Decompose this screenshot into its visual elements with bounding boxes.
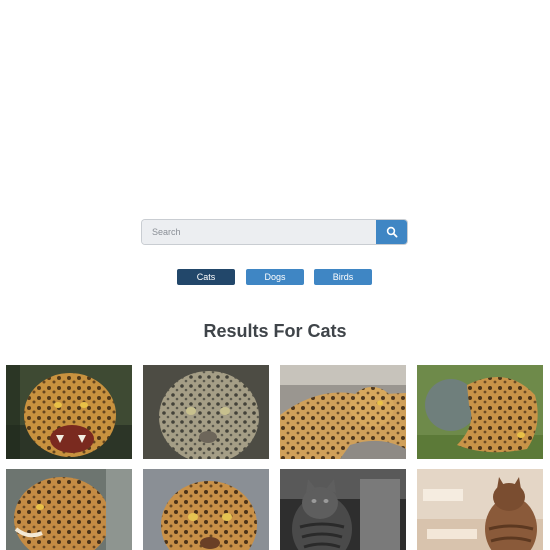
- jaguar-with-ball-photo: [417, 365, 543, 459]
- search-button[interactable]: [376, 220, 407, 244]
- tabby-cat-photo: [280, 469, 406, 550]
- search-bar: [142, 220, 407, 244]
- jaguar-portrait-photo: [143, 469, 269, 550]
- search-input[interactable]: [142, 220, 376, 244]
- filter-button-dogs[interactable]: Dogs: [246, 269, 304, 285]
- jaguar-face-closeup-photo: [143, 365, 269, 459]
- result-image-4[interactable]: [417, 365, 543, 459]
- jaguar-snarling-photo: [6, 365, 132, 459]
- magnifier-icon: [386, 226, 398, 238]
- category-filters: Cats Dogs Birds: [0, 269, 550, 285]
- page: Cats Dogs Birds Results For Cats: [0, 0, 550, 550]
- filter-button-birds[interactable]: Birds: [314, 269, 372, 285]
- result-image-6[interactable]: [143, 469, 269, 550]
- result-image-5[interactable]: [6, 469, 132, 550]
- filter-button-cats[interactable]: Cats: [177, 269, 235, 285]
- result-image-1[interactable]: [6, 365, 132, 459]
- jaguar-on-rock-photo: [280, 365, 406, 459]
- result-image-3[interactable]: [280, 365, 406, 459]
- results-title: Results For Cats: [203, 321, 347, 341]
- result-image-8[interactable]: [417, 469, 543, 550]
- result-image-7[interactable]: [280, 469, 406, 550]
- result-image-2[interactable]: [143, 365, 269, 459]
- jaguar-head-profile-photo: [6, 469, 132, 550]
- cat-in-sunlight-photo: [417, 469, 543, 550]
